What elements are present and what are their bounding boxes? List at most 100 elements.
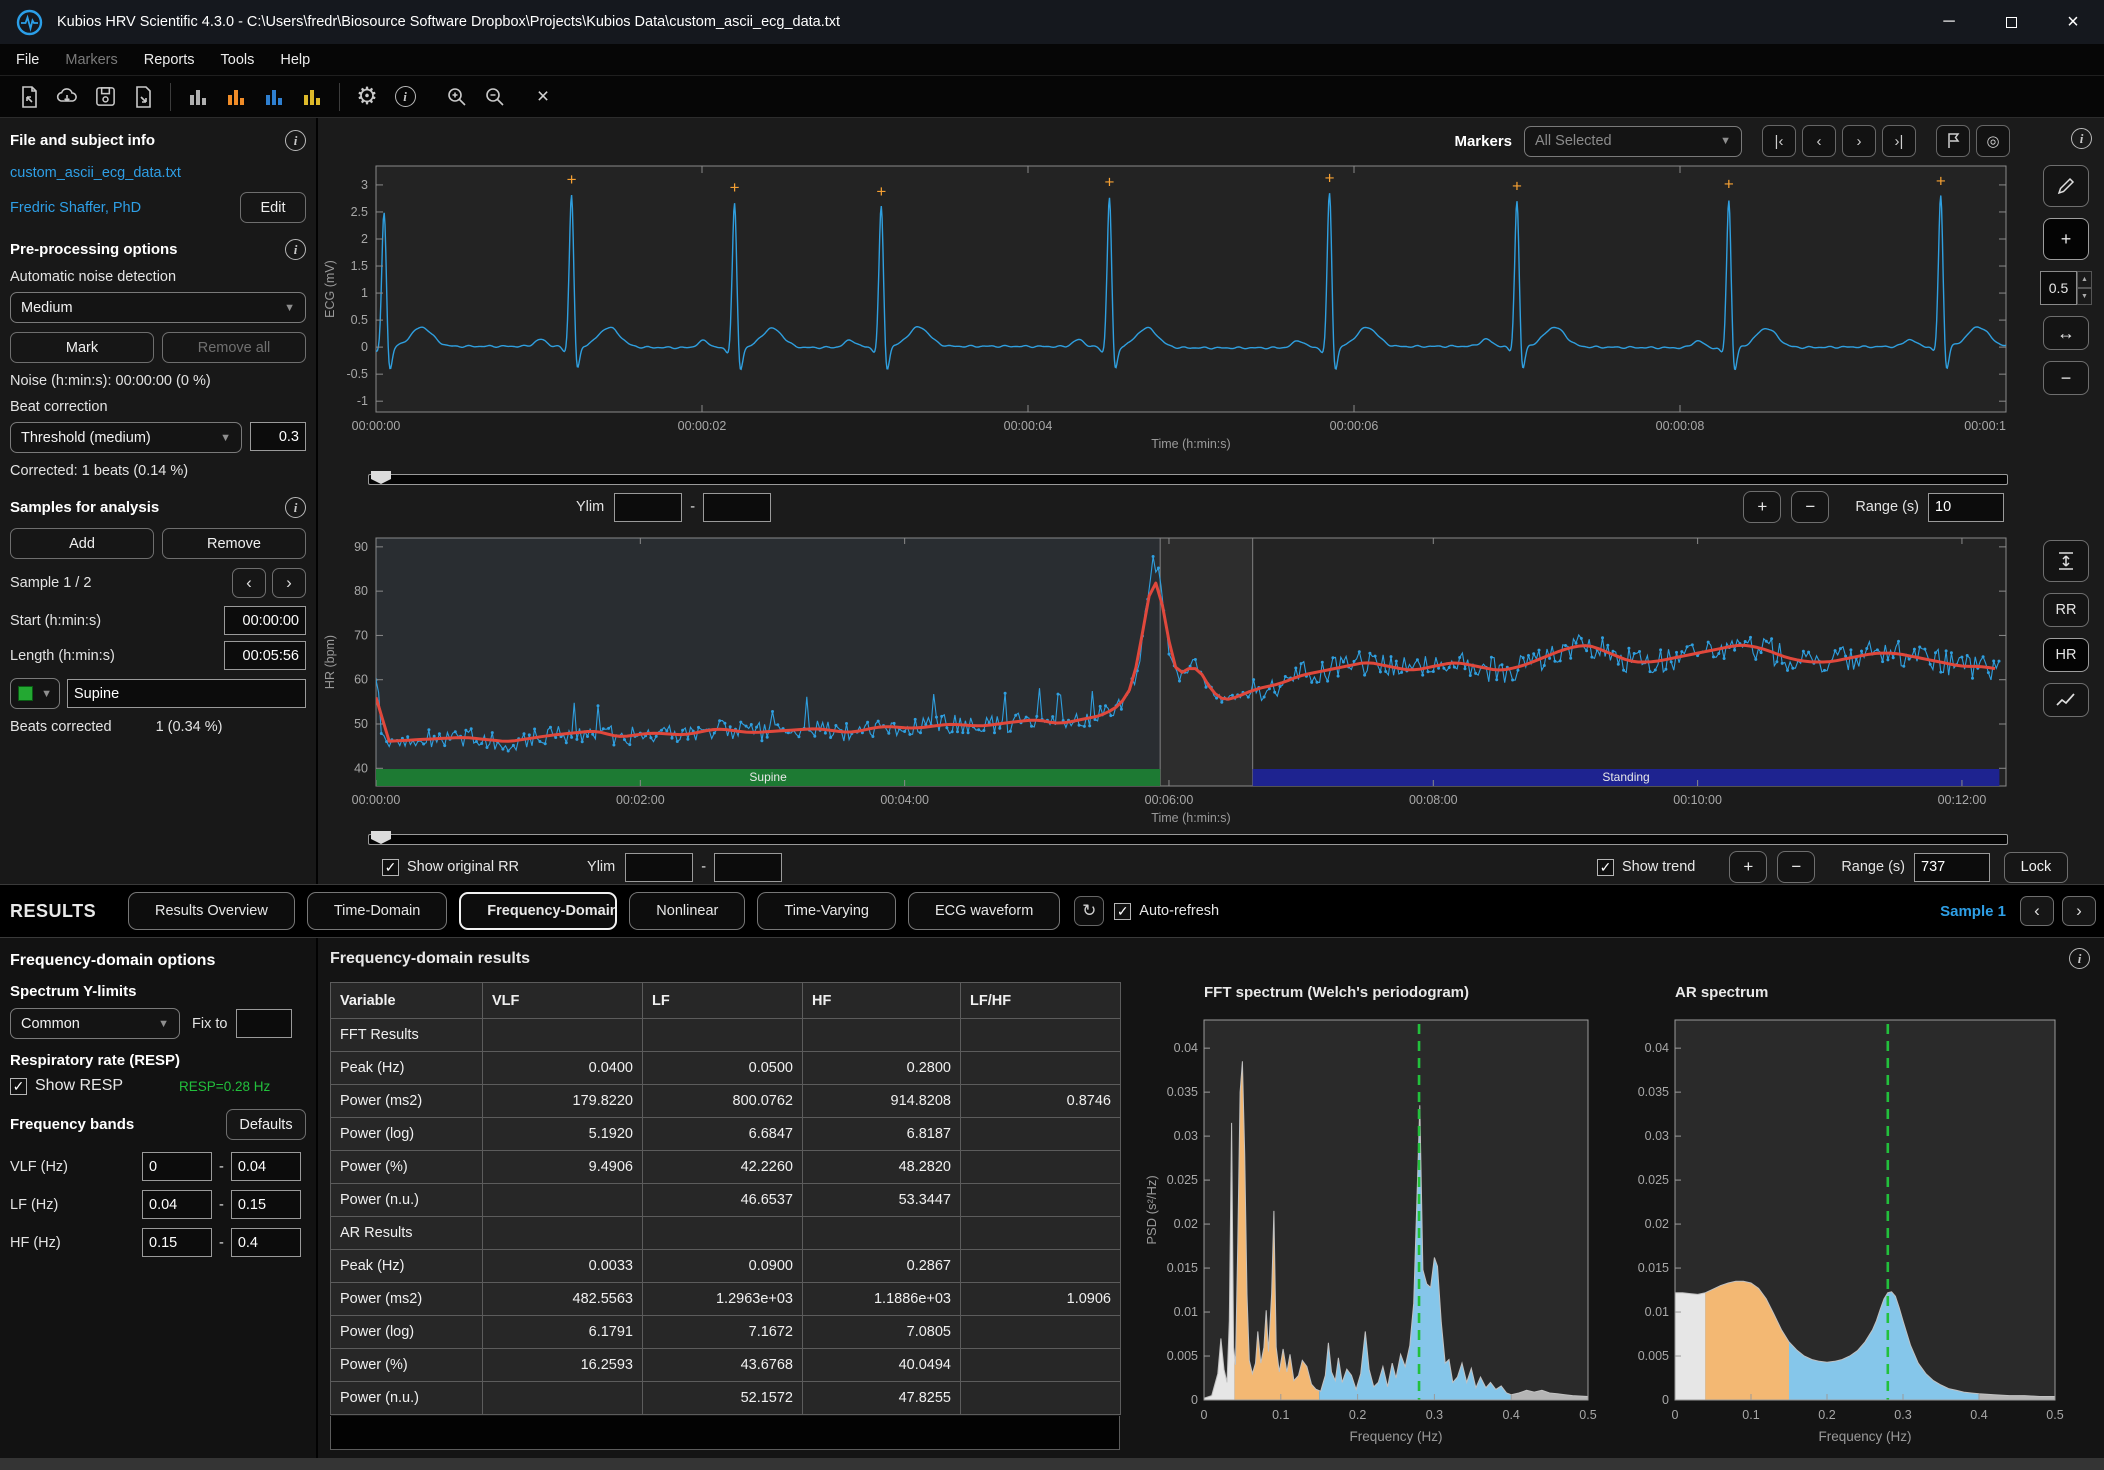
spinner-down-icon[interactable]: ▼	[2077, 288, 2092, 305]
length-time-input[interactable]	[224, 641, 306, 670]
tab-time-varying[interactable]: Time-Varying	[757, 892, 896, 930]
settings-button[interactable]: ⚙	[348, 80, 386, 114]
menu-file[interactable]: File	[16, 52, 39, 68]
results-overview-button[interactable]	[179, 80, 217, 114]
ecg-zoom-out-button[interactable]: −	[1791, 491, 1829, 523]
results-info-button[interactable]: i	[2069, 948, 2090, 969]
save-button[interactable]	[86, 80, 124, 114]
open-file-button[interactable]	[10, 80, 48, 114]
defaults-button[interactable]: Defaults	[226, 1109, 306, 1140]
hr-scroll-handle[interactable]	[371, 831, 391, 844]
edit-beats-button[interactable]	[2043, 165, 2089, 207]
show-resp-checkbox[interactable]: ✓Show RESP	[10, 1077, 123, 1095]
close-analysis-button[interactable]: ×	[524, 80, 562, 114]
start-time-input[interactable]	[224, 606, 306, 635]
remove-sample-button[interactable]: Remove	[162, 528, 306, 559]
hr-range-input[interactable]	[1914, 853, 1990, 882]
ecg-scale-spinner[interactable]: 0.5 ▲▼	[2040, 271, 2092, 305]
fft-spectrum-chart[interactable]: 00.0050.010.0150.020.0250.030.0350.0400.…	[1142, 1012, 1610, 1458]
cloud-sync-button[interactable]	[48, 80, 86, 114]
hf-to-input[interactable]	[231, 1228, 301, 1257]
hr-view-button[interactable]: HR	[2043, 638, 2089, 672]
hr-chart[interactable]: SupineStanding90807060504000:00:0000:02:…	[318, 528, 2024, 828]
close-button[interactable]: ×	[2042, 0, 2104, 44]
hr-ylim-min-input[interactable]	[625, 853, 693, 882]
ylimits-mode-dropdown[interactable]: Common▼	[10, 1008, 180, 1039]
maximize-button[interactable]	[1980, 0, 2042, 44]
hr-zoom-out-button[interactable]: −	[1777, 851, 1815, 883]
table-row[interactable]: Power (%)9.490642.226048.2820	[331, 1151, 1121, 1184]
table-row[interactable]: Power (log)5.19206.68476.8187	[331, 1118, 1121, 1151]
results-prev-sample-button[interactable]: ‹	[2020, 896, 2054, 926]
table-row[interactable]: Power (n.u.)52.157247.8255	[331, 1382, 1121, 1415]
spinner-up-icon[interactable]: ▲	[2077, 271, 2092, 288]
edit-button[interactable]: Edit	[240, 192, 306, 223]
remove-all-button[interactable]: Remove all	[162, 332, 306, 363]
ar-spectrum-chart[interactable]: 00.0050.010.0150.020.0250.030.0350.0400.…	[1610, 1012, 2090, 1458]
threshold-input[interactable]	[250, 422, 306, 451]
mark-button[interactable]: Mark	[10, 332, 154, 363]
vlf-to-input[interactable]	[231, 1152, 301, 1181]
ecg-zoom-in-button[interactable]: +	[1743, 491, 1781, 523]
ecg-ylim-max-input[interactable]	[703, 493, 771, 522]
menu-reports[interactable]: Reports	[144, 52, 195, 68]
tab-nonlinear[interactable]: Nonlinear	[629, 892, 745, 930]
rr-view-button[interactable]: RR	[2043, 593, 2089, 627]
ecg-scale-value[interactable]: 0.5	[2040, 271, 2077, 305]
info-icon[interactable]: i	[285, 239, 306, 260]
tab-ecg-waveform[interactable]: ECG waveform	[908, 892, 1060, 930]
hr-ylim-max-input[interactable]	[714, 853, 782, 882]
subject-name-link[interactable]: Fredric Shaffer, PhD	[10, 200, 141, 216]
table-row[interactable]: Peak (Hz)0.04000.05000.2800	[331, 1052, 1121, 1085]
info-icon[interactable]: i	[285, 497, 306, 518]
vlf-from-input[interactable]	[142, 1152, 212, 1181]
about-button[interactable]: i	[386, 80, 424, 114]
lf-from-input[interactable]	[142, 1190, 212, 1219]
ecg-chart[interactable]: ++++++++32.521.510.50-0.5-100:00:0000:00…	[318, 152, 2024, 472]
next-sample-button[interactable]: ›	[272, 568, 306, 598]
time-domain-button[interactable]	[217, 80, 255, 114]
chart-info-button[interactable]: i	[2071, 128, 2092, 149]
fix-to-input[interactable]	[236, 1009, 292, 1038]
noise-level-dropdown[interactable]: Medium▼	[10, 292, 306, 323]
menu-help[interactable]: Help	[280, 52, 310, 68]
export-file-button[interactable]	[124, 80, 162, 114]
hr-scrollbar[interactable]	[368, 834, 2008, 845]
sample-name-input[interactable]	[67, 679, 306, 708]
ecg-scroll-handle[interactable]	[371, 471, 391, 484]
hf-from-input[interactable]	[142, 1228, 212, 1257]
zoom-out-button[interactable]	[476, 80, 514, 114]
show-trend-checkbox[interactable]: ✓Show trend	[1597, 859, 1695, 876]
table-row[interactable]: Power (ms2)482.55631.2963e+031.1886e+031…	[331, 1283, 1121, 1316]
sample-color-dropdown[interactable]: ▼	[10, 678, 60, 709]
show-original-rr-checkbox[interactable]: ✓Show original RR	[382, 859, 519, 876]
zoom-in-button[interactable]	[438, 80, 476, 114]
fit-vertical-button[interactable]	[2043, 540, 2089, 582]
beat-correction-dropdown[interactable]: Threshold (medium)▼	[10, 422, 242, 453]
results-next-sample-button[interactable]: ›	[2062, 896, 2096, 926]
add-sample-button[interactable]: Add	[10, 528, 154, 559]
minimize-button[interactable]: ─	[1918, 0, 1980, 44]
bottom-scroll-strip[interactable]	[0, 1458, 2104, 1470]
table-row[interactable]: Power (ms2)179.8220800.0762914.82080.874…	[331, 1085, 1121, 1118]
prev-sample-button[interactable]: ‹	[232, 568, 266, 598]
auto-refresh-checkbox[interactable]: ✓Auto-refresh	[1114, 903, 1219, 920]
tab-time-domain[interactable]: Time-Domain	[307, 892, 447, 930]
table-row[interactable]: AR Results	[331, 1217, 1121, 1250]
lock-button[interactable]: Lock	[2004, 852, 2068, 883]
info-icon[interactable]: i	[285, 130, 306, 151]
file-name-link[interactable]: custom_ascii_ecg_data.txt	[10, 165, 181, 181]
ecg-scrollbar[interactable]	[368, 474, 2008, 485]
fit-horizontal-button[interactable]: ↔	[2043, 316, 2089, 350]
table-row[interactable]: Power (%)16.259343.676840.0494	[331, 1349, 1121, 1382]
lf-to-input[interactable]	[231, 1190, 301, 1219]
frequency-domain-button[interactable]	[255, 80, 293, 114]
remove-beat-button[interactable]: −	[2043, 361, 2089, 395]
refresh-button[interactable]: ↻	[1074, 896, 1104, 926]
hr-zoom-in-button[interactable]: +	[1729, 851, 1767, 883]
add-beat-button[interactable]: +	[2043, 218, 2089, 260]
table-row[interactable]: Peak (Hz)0.00330.09000.2867	[331, 1250, 1121, 1283]
nonlinear-button[interactable]	[293, 80, 331, 114]
table-row[interactable]: FFT Results	[331, 1019, 1121, 1052]
tab-frequency-domain[interactable]: Frequency-Domain	[459, 892, 617, 930]
